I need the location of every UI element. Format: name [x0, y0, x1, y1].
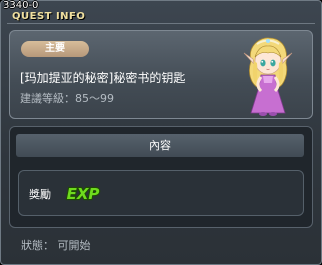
- quest-header-panel: 主要 [玛加提亚的秘密]秘密书的钥匙 建議等級：85～99: [9, 30, 313, 119]
- quest-info-window: 3340-0 QUEST INFO 主要 [玛加提亚的秘密]秘密书的钥匙 建議等…: [0, 0, 322, 265]
- reward-box: 獎勵 EXP: [18, 170, 304, 216]
- exp-icon-text: EXP: [67, 185, 100, 203]
- title-divider: [7, 23, 315, 24]
- quest-type-tag: 主要: [21, 41, 89, 57]
- exp-icon: EXP: [65, 184, 100, 204]
- reward-label: 獎勵: [29, 188, 51, 201]
- recommended-level: 建議等級：85～99: [20, 92, 114, 105]
- window-title: QUEST INFO: [12, 11, 86, 22]
- quest-name: [玛加提亚的秘密]秘密书的钥匙: [20, 71, 186, 85]
- quest-status: 狀態： 可開始: [21, 239, 91, 252]
- npc-portrait-icon: [243, 37, 293, 116]
- content-section-header: 內容: [16, 134, 304, 157]
- content-panel: 內容 獎勵 EXP: [9, 126, 313, 228]
